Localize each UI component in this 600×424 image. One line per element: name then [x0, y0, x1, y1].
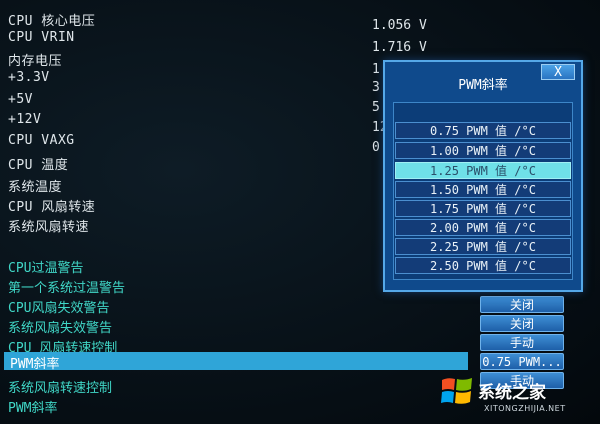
hw-label-cpu-vrin: CPU VRIN [8, 30, 75, 45]
hw-value-cpu-core-voltage: 1.056 V [372, 18, 427, 33]
option-pwm-slope-selected[interactable]: PWM斜率 [10, 353, 59, 372]
watermark: 系统之家 XITONGZHIJIA.NET [440, 372, 600, 424]
hw-label-12v: +12V [8, 112, 42, 127]
hw-label-cpu-fan-speed: CPU 风扇转速 [8, 200, 96, 215]
pwm-option-1[interactable]: 1.00 PWM 值 /°C [395, 142, 571, 159]
hw-value-cpu-vrin: 1.716 V [372, 40, 427, 55]
bios-screen: CPU 核心电压 1.056 V CPU VRIN 1.716 V 内存电压 1… [0, 0, 600, 424]
pwm-option-6[interactable]: 2.25 PWM 值 /°C [395, 238, 571, 255]
hw-value-5v: 5 [372, 100, 380, 115]
system-fan-fail-warning-value[interactable]: 关闭 [480, 315, 564, 332]
hw-label-cpu-core-voltage: CPU 核心电压 [8, 14, 96, 29]
option-cpu-overheat-warning[interactable]: CPU过温警告 [8, 257, 83, 276]
dialog-title: PWM斜率 [458, 78, 508, 93]
option-cpu-fan-fail-warning[interactable]: CPU风扇失效警告 [8, 297, 109, 316]
option-system-fan-fail-warning[interactable]: 系统风扇失效警告 [8, 317, 112, 336]
cpu-fan-fail-warning-value[interactable]: 关闭 [480, 296, 564, 313]
option-system-fan-control[interactable]: 系统风扇转速控制 [8, 377, 112, 396]
hw-label-system-fan-speed: 系统风扇转速 [8, 220, 90, 235]
hw-label-3v3: +3.3V [8, 70, 50, 85]
pwm-option-5[interactable]: 2.00 PWM 值 /°C [395, 219, 571, 236]
windows-flag-icon [441, 378, 472, 404]
pwm-option-2[interactable]: 1.25 PWM 值 /°C [395, 162, 571, 179]
hw-label-5v: +5V [8, 92, 33, 107]
cpu-fan-control-value[interactable]: 手动 [480, 334, 564, 351]
hw-value-cpu-vaxg: 0 [372, 140, 380, 155]
watermark-text: 系统之家 [478, 383, 546, 403]
hw-label-cpu-vaxg: CPU VAXG [8, 133, 75, 148]
pwm-slope-dialog: X PWM斜率 0.75 PWM 值 /°C 1.00 PWM 值 /°C 1.… [383, 60, 583, 292]
watermark-url: XITONGZHIJIA.NET [484, 404, 566, 413]
option-pwm-slope[interactable]: PWM斜率 [8, 397, 57, 416]
pwm-option-0[interactable]: 0.75 PWM 值 /°C [395, 122, 571, 139]
hw-label-system-temp: 系统温度 [8, 180, 63, 195]
option-system-overheat-warning[interactable]: 第一个系统过温警告 [8, 277, 125, 296]
selection-bar[interactable] [4, 352, 468, 370]
pwm-option-7[interactable]: 2.50 PWM 值 /°C [395, 257, 571, 274]
hw-value-memory-voltage: 1 [372, 62, 380, 77]
hw-value-3v3: 3 [372, 80, 380, 95]
pwm-option-4[interactable]: 1.75 PWM 值 /°C [395, 200, 571, 217]
pwm-slope-selected-value[interactable]: 0.75 PWM... [480, 353, 564, 370]
pwm-option-3[interactable]: 1.50 PWM 值 /°C [395, 181, 571, 198]
hw-label-memory-voltage: 内存电压 [8, 54, 63, 69]
hw-label-cpu-temp: CPU 温度 [8, 158, 69, 173]
